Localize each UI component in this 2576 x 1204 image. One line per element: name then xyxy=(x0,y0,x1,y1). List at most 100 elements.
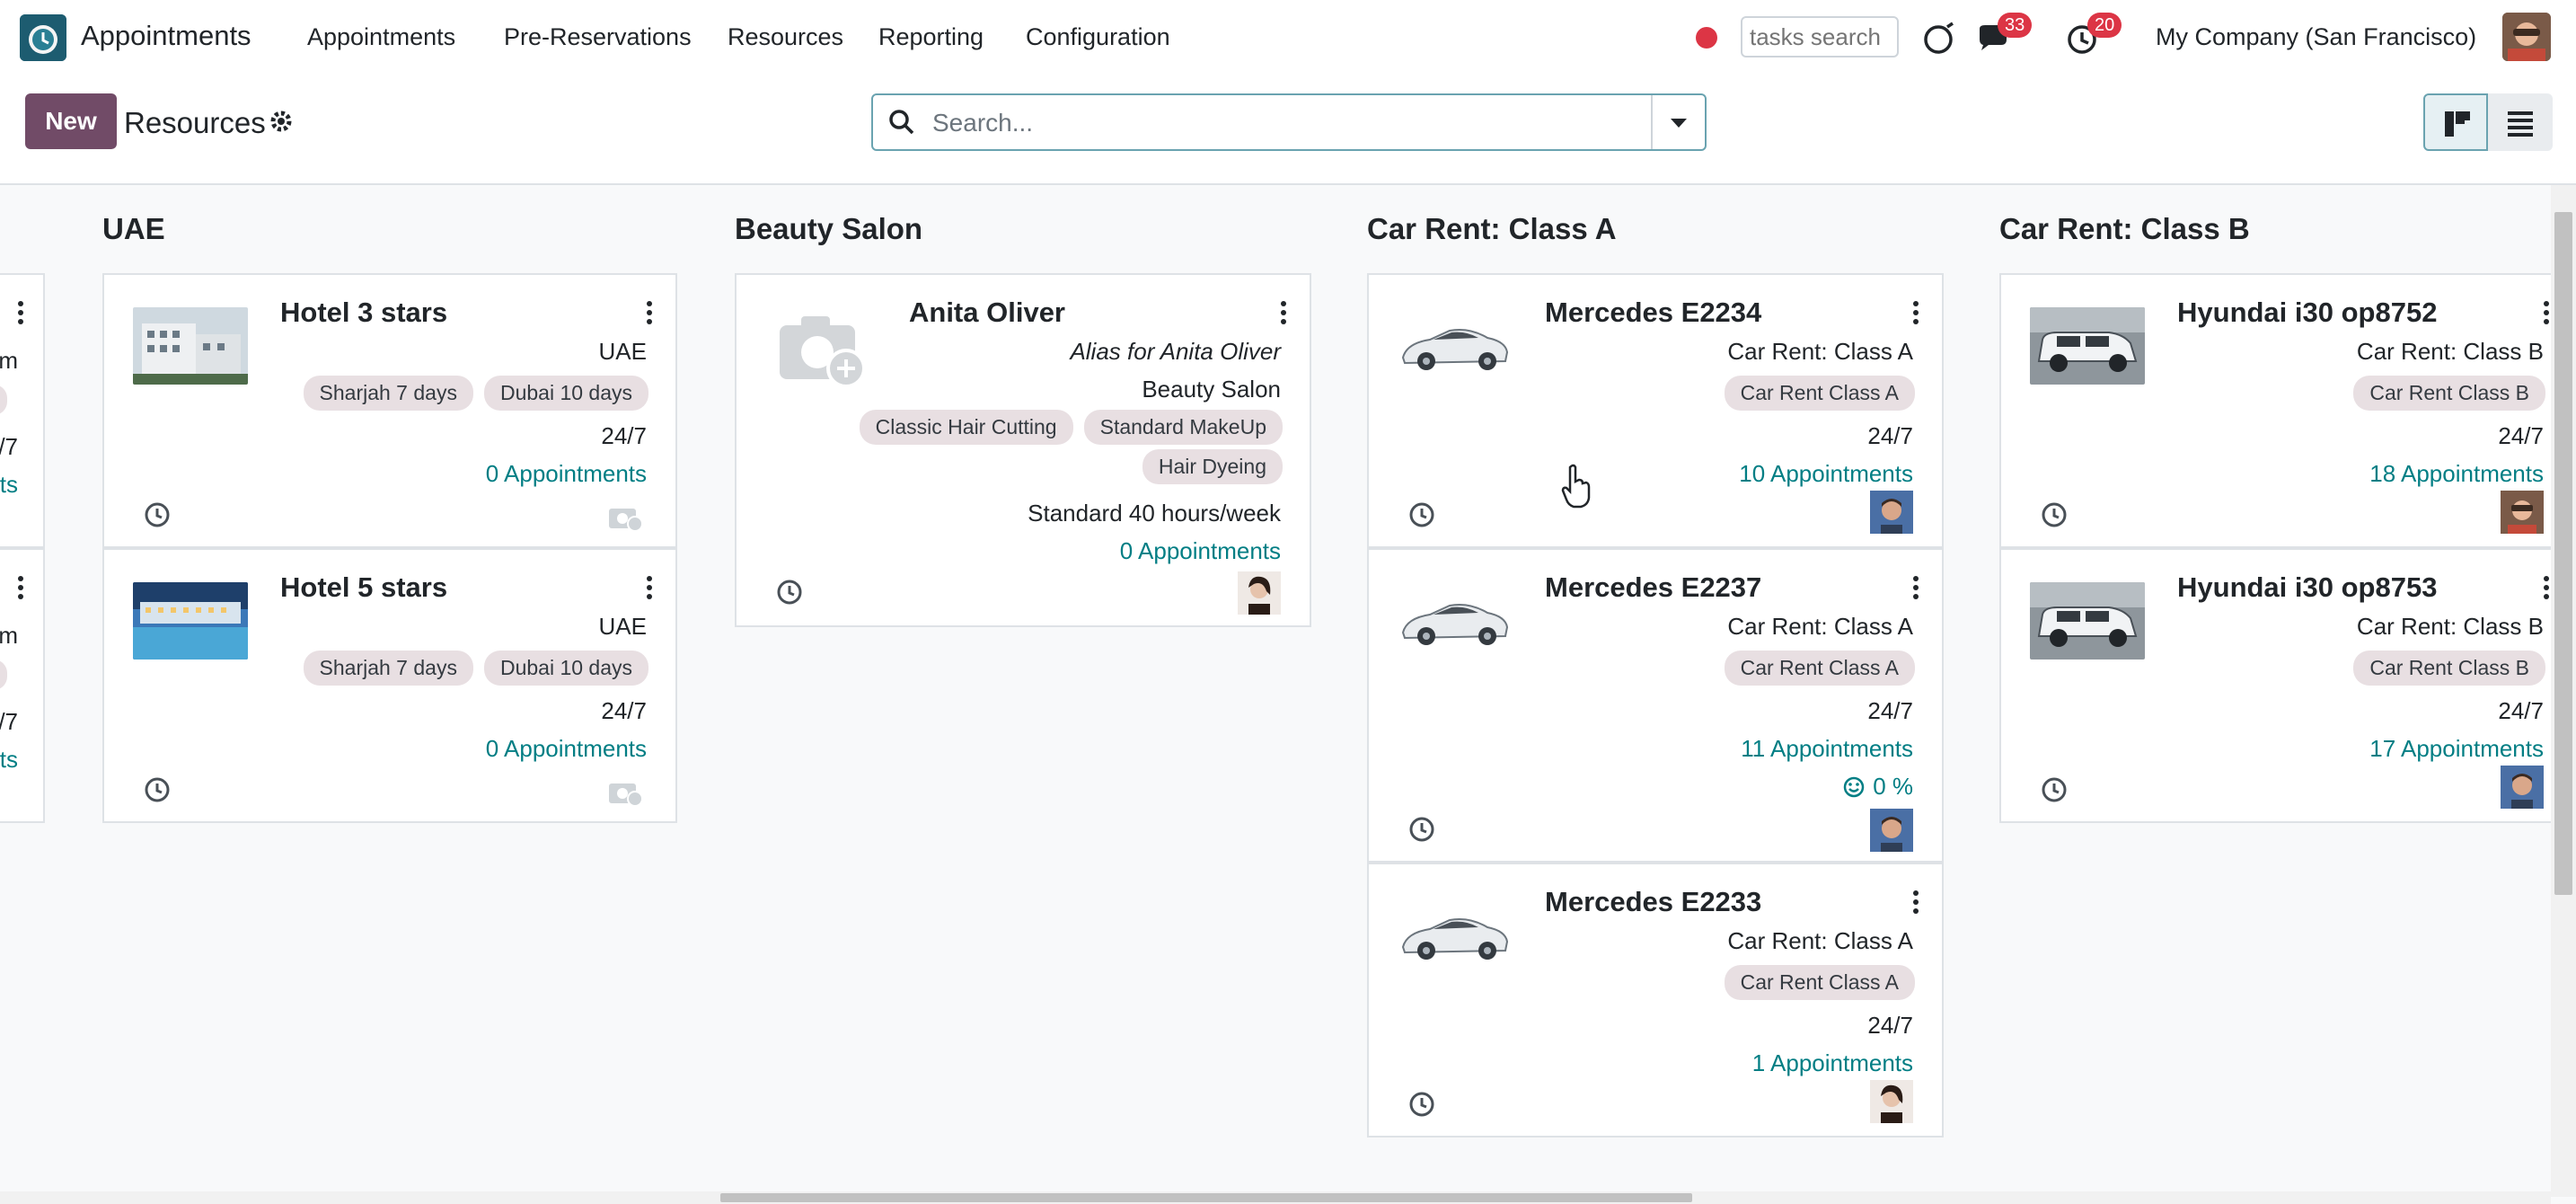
tag: Hair Dyeing xyxy=(1142,449,1283,484)
search-bar[interactable] xyxy=(871,93,1707,151)
card-location: Car Rent: Class B xyxy=(2356,613,2544,640)
smiley-icon xyxy=(1843,776,1865,797)
hand-cursor-icon xyxy=(1561,464,1591,509)
column-title-beauty-salon[interactable]: Beauty Salon xyxy=(735,212,922,246)
kanban-card-partial[interactable]: m /7 ts xyxy=(0,273,45,548)
avatar[interactable] xyxy=(1238,571,1281,615)
menu-resources[interactable]: Resources xyxy=(728,23,843,51)
activity-clock-icon[interactable] xyxy=(774,577,805,607)
vertical-scrollbar-thumb[interactable] xyxy=(2554,212,2572,895)
card-location: UAE xyxy=(598,613,647,640)
vertical-scrollbar[interactable] xyxy=(2551,185,2576,1197)
recording-indicator-icon[interactable] xyxy=(1696,27,1717,49)
kebab-menu-icon[interactable] xyxy=(16,300,25,325)
tag: Car Rent Class A xyxy=(1724,376,1915,411)
appointments-link[interactable]: 10 Appointments xyxy=(1739,460,1913,488)
appointments-link[interactable]: 18 Appointments xyxy=(2369,460,2544,488)
card-hours: 24/7 xyxy=(2498,422,2544,449)
user-avatar[interactable] xyxy=(2502,13,2551,61)
resource-card-mercedes-e2234[interactable]: Mercedes E2234 Car Rent: Class A Car Ren… xyxy=(1367,273,1944,548)
resource-card-hyundai-i30-op8752[interactable]: Hyundai i30 op8752 Car Rent: Class B Car… xyxy=(1999,273,2551,548)
activity-clock-icon[interactable] xyxy=(1407,814,1437,845)
tag: Car Rent Class B xyxy=(2353,651,2545,686)
appointments-link[interactable]: 1 Appointments xyxy=(1752,1049,1913,1077)
avatar[interactable] xyxy=(1870,1080,1913,1123)
activity-clock-icon[interactable] xyxy=(1407,500,1437,530)
new-button[interactable]: New xyxy=(25,93,117,149)
resource-card-anita-oliver[interactable]: Anita Oliver Alias for Anita Oliver Beau… xyxy=(735,273,1311,627)
top-navbar: Appointments Appointments Pre-Reservatio… xyxy=(0,0,2576,77)
tag: Car Rent Class A xyxy=(1724,651,1915,686)
kebab-menu-icon[interactable] xyxy=(1911,890,1920,915)
card-title: Hotel 3 stars xyxy=(280,297,448,328)
card-title: Mercedes E2234 xyxy=(1545,297,1762,328)
card-location: UAE xyxy=(598,338,647,365)
search-options-toggle[interactable] xyxy=(1651,95,1705,149)
avatar[interactable] xyxy=(1870,491,1913,534)
column-title-car-rent-class-a[interactable]: Car Rent: Class A xyxy=(1367,212,1617,246)
column-title-car-rent-class-b[interactable]: Car Rent: Class B xyxy=(1999,212,2250,246)
kebab-menu-icon[interactable] xyxy=(2542,575,2551,600)
horizontal-scrollbar[interactable] xyxy=(0,1191,2551,1204)
activity-clock-icon[interactable] xyxy=(2039,500,2069,530)
kebab-menu-icon[interactable] xyxy=(16,575,25,600)
appointments-app-icon[interactable] xyxy=(20,14,66,61)
page-title: Resources xyxy=(124,106,266,139)
resource-card-mercedes-e2237[interactable]: Mercedes E2237 Car Rent: Class A Car Ren… xyxy=(1367,548,1944,863)
kanban-view-icon xyxy=(2445,111,2470,137)
avatar[interactable] xyxy=(1870,809,1913,852)
column-title-uae[interactable]: UAE xyxy=(102,212,165,246)
appointments-link[interactable]: 0 Appointments xyxy=(486,460,647,488)
menu-appointments[interactable]: Appointments xyxy=(307,23,455,51)
card-hours: 24/7 xyxy=(1867,697,1913,724)
discuss-icon[interactable] xyxy=(1920,20,1960,59)
tag: Car Rent Class A xyxy=(1724,965,1915,1000)
card-hours: Standard 40 hours/week xyxy=(1028,500,1281,527)
resource-card-hyundai-i30-op8753[interactable]: Hyundai i30 op8753 Car Rent: Class B Car… xyxy=(1999,548,2551,823)
kebab-menu-icon[interactable] xyxy=(1911,300,1920,325)
satisfaction-rating: 0 % xyxy=(1842,773,1913,801)
kanban-view-button[interactable] xyxy=(2423,93,2488,151)
avatar[interactable] xyxy=(2501,766,2544,809)
app-name[interactable]: Appointments xyxy=(81,20,251,52)
company-switcher[interactable]: My Company (San Francisco) xyxy=(2156,23,2476,51)
card-location: Car Rent: Class A xyxy=(1727,613,1913,640)
avatar[interactable] xyxy=(2501,491,2544,534)
tag: Sharjah 7 days xyxy=(303,376,473,411)
appointments-link[interactable]: 0 Appointments xyxy=(1120,537,1281,565)
resource-image xyxy=(1398,897,1513,974)
horizontal-scrollbar-thumb[interactable] xyxy=(720,1193,1692,1202)
gear-icon[interactable] xyxy=(268,108,295,135)
activity-clock-icon[interactable] xyxy=(142,500,172,530)
menu-configuration[interactable]: Configuration xyxy=(1026,23,1170,51)
card-title: Anita Oliver xyxy=(909,297,1065,328)
resource-image xyxy=(1398,582,1513,660)
activity-clock-icon[interactable] xyxy=(142,775,172,805)
tag: Classic Hair Cutting xyxy=(859,410,1073,445)
menu-reporting[interactable]: Reporting xyxy=(878,23,984,51)
activity-clock-icon[interactable] xyxy=(1407,1089,1437,1120)
search-input[interactable] xyxy=(931,102,1626,144)
kebab-menu-icon[interactable] xyxy=(645,575,654,600)
list-view-button[interactable] xyxy=(2488,93,2553,151)
kanban-card-partial[interactable]: m /7 ts xyxy=(0,548,45,823)
kebab-menu-icon[interactable] xyxy=(2542,300,2551,325)
resource-card-hotel-3-stars[interactable]: Hotel 3 stars UAE Sharjah 7 days Dubai 1… xyxy=(102,273,677,548)
menu-pre-reservations[interactable]: Pre-Reservations xyxy=(504,23,692,51)
satisfaction-value: 0 % xyxy=(1873,773,1913,800)
kebab-menu-icon[interactable] xyxy=(1279,300,1288,325)
appointments-link[interactable]: 11 Appointments xyxy=(1741,735,1913,763)
kebab-menu-icon[interactable] xyxy=(645,300,654,325)
appointments-link[interactable]: 0 Appointments xyxy=(486,735,647,763)
resource-image xyxy=(1398,307,1513,385)
resource-card-hotel-5-stars[interactable]: Hotel 5 stars UAE Sharjah 7 days Dubai 1… xyxy=(102,548,677,823)
kebab-menu-icon[interactable] xyxy=(1911,575,1920,600)
card-hours: 24/7 xyxy=(2498,697,2544,724)
card-hours: 24/7 xyxy=(1867,1012,1913,1039)
resource-image xyxy=(2030,582,2145,660)
tasks-search-input[interactable] xyxy=(1741,16,1899,58)
appointments-link[interactable]: 17 Appointments xyxy=(2369,735,2544,763)
card-title: Hyundai i30 op8753 xyxy=(2177,571,2438,603)
activity-clock-icon[interactable] xyxy=(2039,775,2069,805)
resource-card-mercedes-e2233[interactable]: Mercedes E2233 Car Rent: Class A Car Ren… xyxy=(1367,863,1944,1138)
